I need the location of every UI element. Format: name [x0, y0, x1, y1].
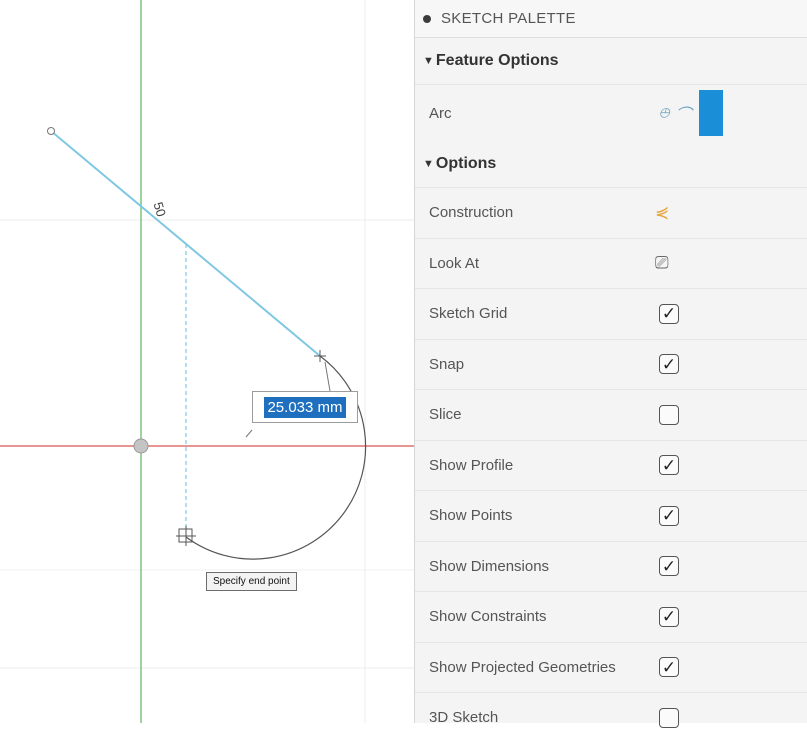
palette-row-label: Show Dimensions	[429, 557, 550, 575]
palette-row-sketch-grid: Sketch Grid ✓	[415, 288, 807, 339]
checkbox-checked[interactable]: ✓	[659, 505, 679, 526]
arc-type-controls: ⦺ ⌒	[659, 90, 724, 136]
dimension-leader-2	[324, 361, 331, 392]
palette-row-3d-sketch: 3D Sketch	[415, 692, 807, 743]
checkmark-icon: ✓	[661, 354, 677, 374]
feature-options-header[interactable]: ▼ Feature Options	[415, 38, 807, 84]
checkmark-icon: ✓	[661, 657, 677, 677]
dimension-input[interactable]: 25.033 mm	[252, 391, 358, 423]
origin-point[interactable]	[133, 438, 149, 454]
palette-row-label: Construction	[429, 204, 514, 222]
arc-label: Arc	[429, 104, 452, 122]
palette-row-label: Show Profile	[429, 456, 514, 474]
checkmark-icon: ✓	[661, 506, 677, 526]
checkbox-checked[interactable]: ✓	[659, 455, 679, 476]
expand-triangle-icon: ▼	[423, 158, 434, 170]
checkmark-icon: ✓	[661, 556, 677, 576]
palette-collapse-icon[interactable]	[423, 14, 431, 23]
checkbox[interactable]: ✓	[659, 303, 679, 324]
palette-row-label: Snap	[429, 355, 465, 373]
palette-title: SKETCH PALETTE	[441, 10, 576, 27]
checkbox[interactable]: ✓	[659, 606, 679, 627]
center-point-arc-button[interactable]	[699, 90, 724, 136]
palette-row-show-constraints: Show Constraints ✓	[415, 591, 807, 642]
palette-row-construction: Construction ⋞	[415, 187, 807, 238]
checkbox[interactable]	[659, 707, 679, 728]
checkbox-checked[interactable]: ✓	[659, 606, 679, 627]
palette-row-look-at: Look At ⎚	[415, 237, 807, 289]
checkbox[interactable]: ✓	[659, 505, 679, 526]
checkbox[interactable]	[659, 404, 679, 425]
checkbox-checked[interactable]: ✓	[659, 556, 679, 577]
palette-row-snap: Snap ✓	[415, 338, 807, 390]
construction-icon[interactable]: ⋞	[655, 203, 669, 223]
sketch-drawing: 50	[0, 0, 414, 723]
palette-row-show-profile: Show Profile ✓	[415, 439, 807, 491]
checkmark-icon: ✓	[661, 607, 677, 627]
palette-row-label: Sketch Grid	[429, 305, 508, 323]
palette-row-show-projected-geometries: Show Projected Geometries ✓	[415, 641, 807, 693]
cursor-tooltip: Specify end point	[206, 572, 297, 591]
cursor-crosshair-icon	[176, 526, 196, 546]
feature-options-title: Feature Options	[435, 52, 559, 69]
checkbox[interactable]: ✓	[659, 657, 679, 678]
checkbox[interactable]: ✓	[659, 455, 679, 476]
sketch-palette: SKETCH PALETTE ▼ Feature Options Arc ⦺ ⌒…	[414, 0, 807, 728]
palette-row-label: Slice	[429, 406, 462, 424]
checkbox-checked[interactable]: ✓	[659, 303, 679, 324]
options-header[interactable]: ▼ Options	[415, 141, 807, 187]
checkmark-icon: ✓	[661, 304, 677, 324]
palette-row-label: Look At	[429, 254, 480, 272]
options-title: Options	[435, 155, 497, 172]
dimension-leader	[245, 429, 253, 438]
checkbox[interactable]: ✓	[659, 354, 679, 375]
checkbox-unchecked[interactable]	[659, 404, 679, 425]
checkbox[interactable]: ✓	[659, 556, 679, 577]
three-point-arc-icon[interactable]: ⦺	[659, 104, 669, 122]
arc-row: Arc ⦺ ⌒	[415, 84, 807, 141]
palette-row-label: Show Points	[429, 507, 513, 525]
dimension-input-value[interactable]: 25.033 mm	[264, 396, 346, 418]
tangent-arc-icon[interactable]: ⌒	[675, 101, 691, 125]
checkbox-unchecked[interactable]	[659, 707, 679, 728]
checkbox-checked[interactable]: ✓	[659, 657, 679, 678]
sketch-canvas[interactable]: 50 25.033 mm Specify end point	[0, 0, 414, 723]
checkmark-icon: ✓	[661, 455, 677, 475]
palette-row-label: Show Constraints	[429, 608, 547, 626]
sketch-arc[interactable]	[185, 355, 367, 560]
construction-icon: ⋞	[655, 202, 670, 222]
look-at-icon[interactable]: ⎚	[655, 253, 669, 273]
palette-row-show-dimensions: Show Dimensions ✓	[415, 540, 807, 592]
line-start-point[interactable]	[47, 127, 55, 135]
checkbox-checked[interactable]: ✓	[659, 354, 679, 375]
palette-row-label: Show Projected Geometries	[429, 658, 616, 676]
palette-row-slice: Slice	[415, 389, 807, 440]
look-at-icon: ⎚	[655, 253, 669, 273]
palette-row-label: 3D Sketch	[429, 709, 499, 727]
sketch-grid	[0, 0, 414, 723]
palette-header[interactable]: SKETCH PALETTE	[415, 0, 807, 38]
expand-triangle-icon: ▼	[423, 55, 434, 67]
palette-row-show-points: Show Points ✓	[415, 490, 807, 541]
